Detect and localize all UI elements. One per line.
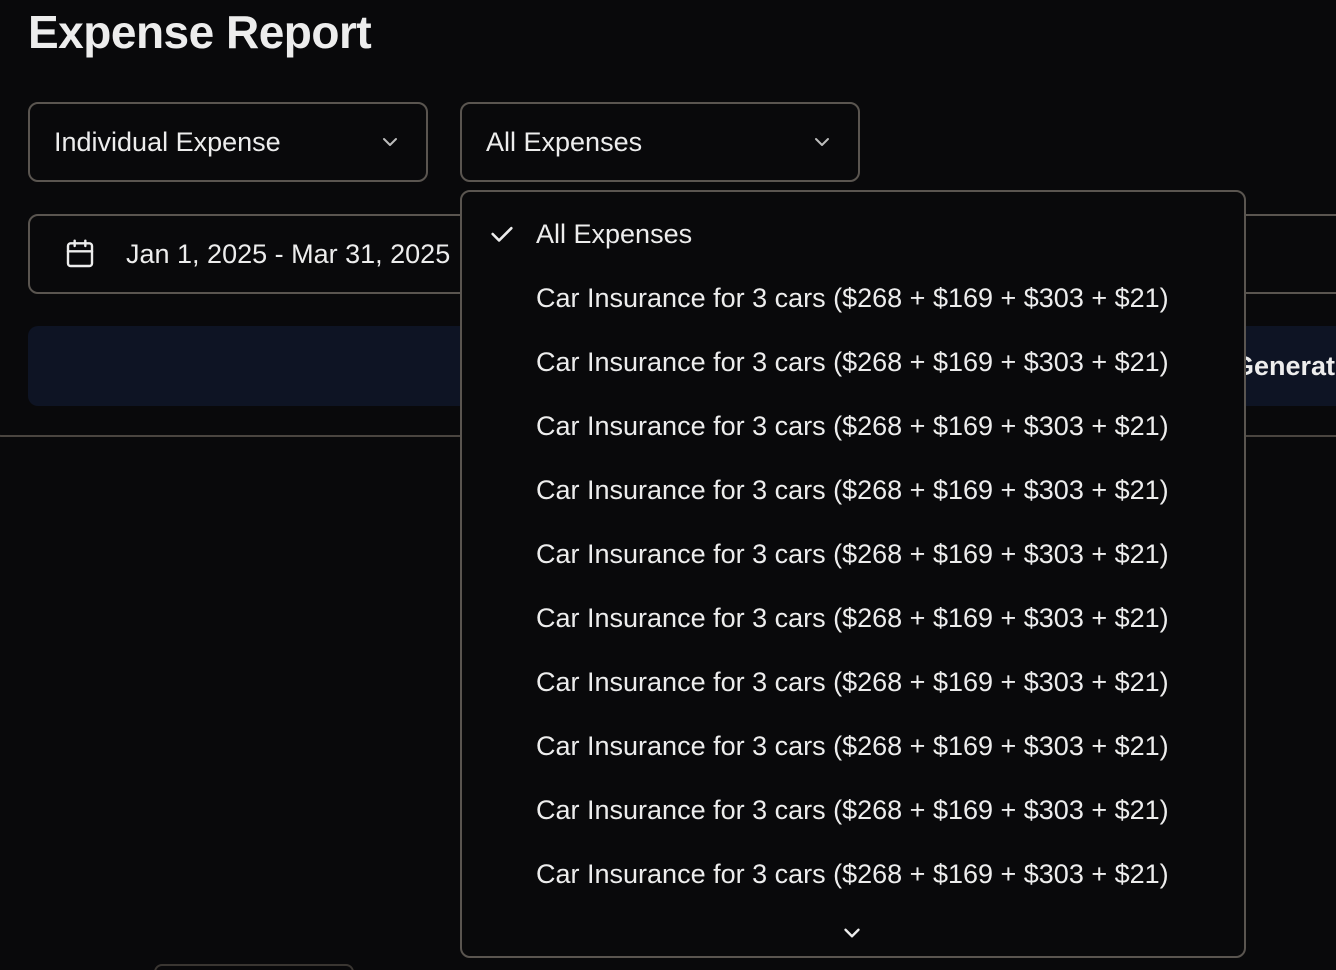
chevron-down-icon bbox=[815, 138, 829, 146]
dropdown-option-label: Car Insurance for 3 cars ($268 + $169 + … bbox=[536, 474, 1169, 505]
dropdown-option-label: Car Insurance for 3 cars ($268 + $169 + … bbox=[536, 730, 1169, 761]
dropdown-option[interactable]: Car Insurance for 3 cars ($268 + $169 + … bbox=[462, 330, 1244, 394]
generate-report-label: Generate Report bbox=[1233, 350, 1336, 381]
expense-dropdown-menu: All Expenses Car Insurance for 3 cars ($… bbox=[460, 190, 1246, 958]
calendar-icon bbox=[66, 239, 94, 268]
dropdown-option-label: Car Insurance for 3 cars ($268 + $169 + … bbox=[536, 858, 1169, 889]
dropdown-option-label: Car Insurance for 3 cars ($268 + $169 + … bbox=[536, 538, 1169, 569]
dropdown-option-label: Car Insurance for 3 cars ($268 + $169 + … bbox=[536, 410, 1169, 441]
dropdown-option[interactable]: Car Insurance for 3 cars ($268 + $169 + … bbox=[462, 778, 1244, 842]
check-icon bbox=[491, 226, 513, 242]
dropdown-option-label: Car Insurance for 3 cars ($268 + $169 + … bbox=[536, 602, 1169, 633]
dropdown-option[interactable]: Car Insurance for 3 cars ($268 + $169 + … bbox=[462, 394, 1244, 458]
dropdown-option-label: Car Insurance for 3 cars ($268 + $169 + … bbox=[536, 282, 1169, 313]
bottom-tab bbox=[154, 964, 354, 970]
dropdown-option[interactable]: Car Insurance for 3 cars ($268 + $169 + … bbox=[462, 842, 1244, 906]
dropdown-option-label: Car Insurance for 3 cars ($268 + $169 + … bbox=[536, 666, 1169, 697]
dropdown-option[interactable]: Car Insurance for 3 cars ($268 + $169 + … bbox=[462, 586, 1244, 650]
expense-select-value: All Expenses bbox=[486, 126, 643, 157]
dropdown-option-label: Car Insurance for 3 cars ($268 + $169 + … bbox=[536, 346, 1169, 377]
dropdown-option[interactable]: Car Insurance for 3 cars ($268 + $169 + … bbox=[462, 714, 1244, 778]
dropdown-option[interactable]: Car Insurance for 3 cars ($268 + $169 + … bbox=[462, 522, 1244, 586]
report-type-select[interactable]: Individual Expense bbox=[28, 102, 428, 182]
chevron-down-icon bbox=[383, 138, 397, 146]
dropdown-option-all-expenses[interactable]: All Expenses bbox=[462, 202, 1244, 266]
dropdown-option[interactable]: Car Insurance for 3 cars ($268 + $169 + … bbox=[462, 266, 1244, 330]
expense-select[interactable]: All Expenses bbox=[460, 102, 860, 182]
expense-report-page: Expense Report Individual Expense All Ex… bbox=[0, 0, 1336, 970]
report-type-value: Individual Expense bbox=[54, 126, 281, 157]
page-title: Expense Report bbox=[28, 6, 372, 58]
date-range-value: Jan 1, 2025 - Mar 31, 2025 bbox=[126, 238, 451, 269]
chevron-down-icon[interactable] bbox=[839, 920, 865, 946]
dropdown-option[interactable]: Car Insurance for 3 cars ($268 + $169 + … bbox=[462, 458, 1244, 522]
dropdown-option[interactable]: Car Insurance for 3 cars ($268 + $169 + … bbox=[462, 650, 1244, 714]
dropdown-option-label: All Expenses bbox=[536, 218, 693, 249]
dropdown-option-label: Car Insurance for 3 cars ($268 + $169 + … bbox=[536, 794, 1169, 825]
